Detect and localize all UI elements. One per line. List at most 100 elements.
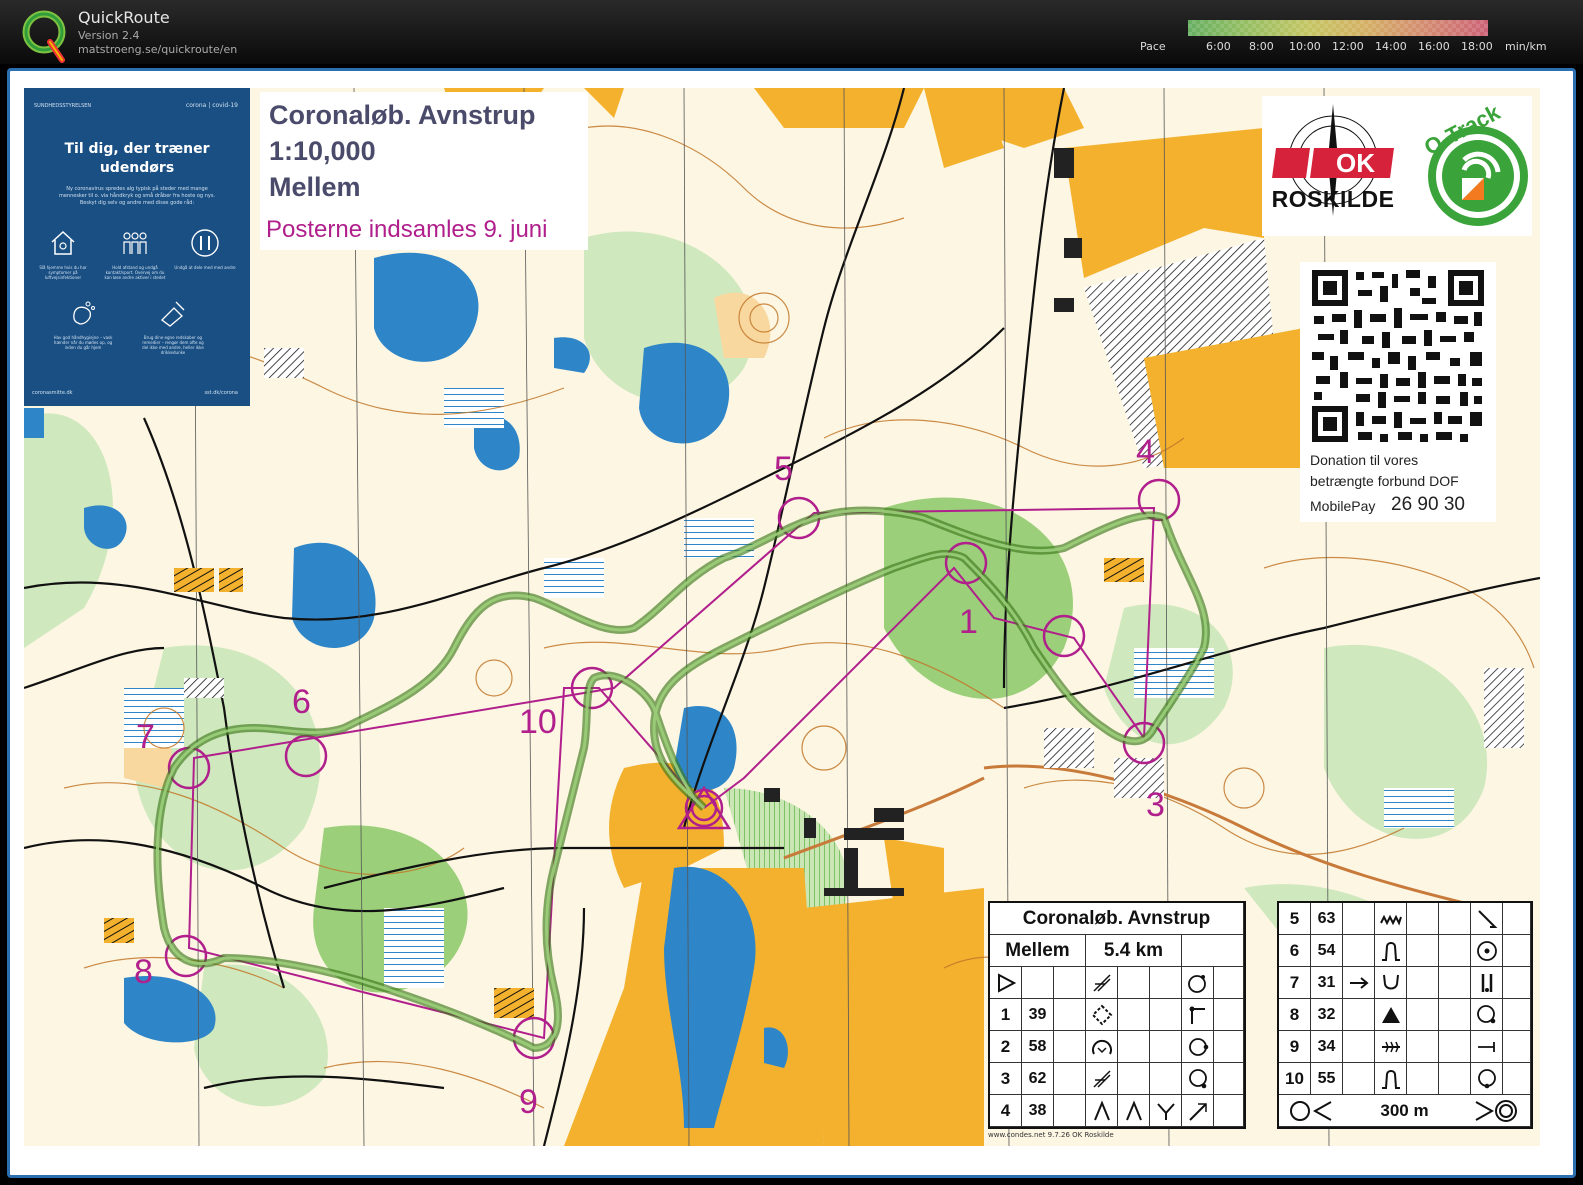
cd-cell	[1503, 1031, 1531, 1063]
health-caption: Slå hjemme hvis du har symptomer på luft…	[39, 265, 87, 280]
cd-cell	[1054, 1095, 1086, 1127]
app-version: Version 2.4	[78, 29, 140, 42]
map-title-block: Coronaløb. Avnstrup 1:10,000 Mellem Post…	[260, 92, 588, 250]
cd-cell	[1439, 1063, 1471, 1095]
health-caption: Hav god håndhygiejne – vask hænder når d…	[53, 335, 113, 350]
foot-side-icon	[1477, 909, 1497, 928]
o-track-logo: O-Track	[1420, 100, 1528, 226]
cd-control-code: 32	[1311, 999, 1343, 1031]
cd-control-number: 7	[1279, 967, 1311, 999]
cd-cell	[1118, 967, 1150, 999]
cd-cell	[1439, 1031, 1471, 1063]
people-distance-icon	[123, 232, 147, 254]
cd-cell	[1118, 1031, 1150, 1063]
control-label-4: 4	[1136, 433, 1155, 471]
cd-control-code: 58	[1022, 1031, 1054, 1063]
house-icon	[51, 230, 75, 255]
donation-block: Donation til vores betrængte forbund DOF…	[1300, 262, 1496, 522]
corner-symbol-icon	[1189, 1006, 1205, 1024]
mobilepay-label: MobilePay	[1310, 498, 1376, 514]
cd-finish-row: 300 m	[1279, 1095, 1531, 1127]
cd-cell	[1503, 903, 1531, 935]
pace-unit: min/km	[1505, 40, 1547, 53]
control-label-3: 3	[1146, 786, 1165, 824]
map-scale: 1:10,000	[269, 136, 376, 166]
health-poster-text: Ny coronavirus spredes alg typisk på ste…	[58, 186, 216, 206]
cd-cell	[1471, 999, 1503, 1031]
cd-cell	[1343, 1063, 1375, 1095]
cd-control-number: 4	[990, 1095, 1022, 1127]
cd-cell	[1054, 999, 1086, 1031]
cd-cell	[1343, 999, 1375, 1031]
cd-control-number: 3	[990, 1063, 1022, 1095]
cd-cell	[1439, 967, 1471, 999]
cd-cell	[1214, 967, 1244, 999]
sponsor-logos: OK ROSKILDE O-Track	[1262, 96, 1532, 236]
building-area	[1104, 558, 1144, 582]
qr-code[interactable]	[1310, 268, 1486, 444]
orienteering-map[interactable]: 1 3 4 5 6 7 8 9 10 SUNDHEDSSTYRELSEN cor…	[24, 88, 1540, 1146]
cd-cell	[1214, 1095, 1244, 1127]
cd-cell	[1214, 1063, 1244, 1095]
path-junction-icon	[1125, 1099, 1142, 1120]
control-description-sheet-right: 5 63 6 54 7 31 8 32 9 34 10 55 300 m	[1277, 901, 1533, 1129]
health-poster-footer-link: coronasmitte.dk	[32, 390, 73, 396]
health-caption: Undgå at dele med med andre	[174, 265, 236, 270]
knoll-icon	[1381, 941, 1400, 961]
building-area	[494, 988, 534, 1018]
mobilepay-number: 26 90 30	[1391, 494, 1465, 515]
cd-control-code: 54	[1311, 935, 1343, 967]
hollow-icon	[1382, 974, 1399, 989]
cd-cell	[1375, 967, 1407, 999]
condes-credit: www.condes.net 9.7.26 OK Roskilde	[988, 1131, 1114, 1139]
arrow-right-icon	[1349, 976, 1369, 989]
building-area	[219, 568, 243, 592]
position-side-icon	[1188, 1037, 1208, 1056]
cd-cell	[1471, 1063, 1503, 1095]
cd-cell	[1471, 1031, 1503, 1063]
pit-symbol-icon	[1091, 1039, 1112, 1054]
cd-cell	[1150, 1031, 1182, 1063]
quickroute-window: QuickRoute Version 2.4 matstroeng.se/qui…	[0, 0, 1583, 1185]
control-label-1: 1	[959, 603, 978, 641]
pace-tick: 16:00	[1418, 40, 1450, 53]
cd-class: Mellem	[990, 935, 1086, 967]
health-poster-title: Til dig, der træner udendørs	[64, 141, 210, 176]
app-url[interactable]: matstroeng.se/quickroute/en	[78, 43, 237, 56]
cd-cell	[1503, 999, 1531, 1031]
club-badge-text: OK	[1336, 148, 1375, 178]
finish-circle-icon	[1475, 1099, 1517, 1122]
pace-tick: 14:00	[1375, 40, 1407, 53]
cd-cell	[1439, 999, 1471, 1031]
cd-cell	[1086, 999, 1118, 1031]
path-junction-icon	[1093, 1099, 1110, 1120]
cd-control-code: 31	[1311, 967, 1343, 999]
control-label-10: 10	[519, 703, 557, 741]
health-poster: SUNDHEDSSTYRELSEN corona | covid-19 Til …	[24, 88, 250, 406]
cd-control-code: 39	[1022, 999, 1054, 1031]
open-land	[884, 838, 944, 908]
cd-cell	[1086, 1031, 1118, 1063]
quickroute-logo-icon	[22, 10, 66, 63]
depression-symbol-icon	[1091, 1004, 1112, 1025]
cd-cell	[1086, 967, 1118, 999]
cd-cell	[1375, 935, 1407, 967]
pace-tick: 6:00	[1206, 40, 1231, 53]
cd-event-title: Coronaløb. Avnstrup	[990, 903, 1244, 935]
cd-cell	[1118, 1063, 1150, 1095]
building-area	[174, 568, 214, 592]
control-description-sheet-left: Coronaløb. Avnstrup Mellem 5.4 km 1 39 2…	[988, 901, 1246, 1129]
marsh	[544, 558, 604, 598]
cd-control-code: 55	[1311, 1063, 1343, 1095]
control-label-9: 9	[519, 1083, 538, 1121]
boulder-icon	[1381, 1006, 1400, 1023]
donation-text: betrængte forbund DOF	[1310, 473, 1459, 489]
cd-cell	[1375, 903, 1407, 935]
pace-tick: 10:00	[1289, 40, 1321, 53]
cd-cell	[1407, 935, 1439, 967]
cd-cell	[1182, 967, 1214, 999]
position-bottom-icon	[1188, 1068, 1207, 1088]
course-name: Mellem	[269, 172, 361, 202]
cd-cell	[1150, 1063, 1182, 1095]
knoll-icon	[1381, 1069, 1400, 1089]
